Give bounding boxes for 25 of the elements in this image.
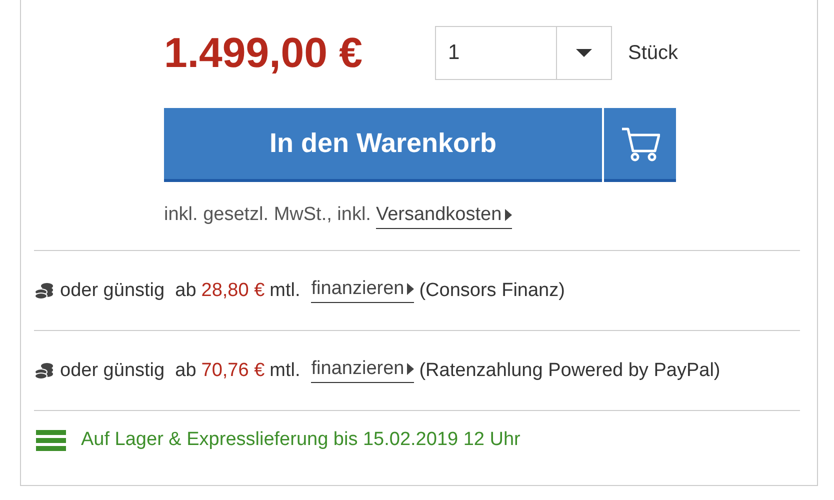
- monthly-label: mtl.: [270, 360, 300, 382]
- tax-note: inkl. gesetzl. MwSt., inkl.: [164, 204, 371, 226]
- monthly-label: mtl.: [270, 280, 300, 302]
- triangle-icon: [407, 283, 414, 295]
- shipping-link[interactable]: Versandkosten: [376, 204, 512, 229]
- unit-label: Stück: [628, 42, 678, 64]
- caret-icon: [576, 49, 592, 57]
- quantity-select[interactable]: 1: [435, 26, 612, 80]
- financing-link[interactable]: finanzieren: [311, 358, 414, 383]
- coins-icon: [34, 281, 54, 300]
- provider-name: (Ratenzahlung Powered by PayPal): [419, 360, 720, 382]
- cart-icon-button[interactable]: [604, 108, 676, 182]
- add-to-cart-button[interactable]: In den Warenkorb: [164, 108, 602, 182]
- price: 1.499,00 €: [164, 29, 364, 77]
- triangle-icon: [504, 209, 512, 221]
- financing-text: oder günstig ab: [60, 360, 196, 382]
- monthly-rate: 70,76 €: [201, 360, 265, 382]
- coins-icon: [34, 361, 54, 380]
- stock-bars-icon: [36, 430, 66, 450]
- triangle-icon: [407, 363, 414, 375]
- provider-name: (Consors Finanz): [419, 280, 565, 302]
- monthly-rate: 28,80 €: [201, 280, 265, 302]
- availability-text: Auf Lager & Expresslieferung bis 15.02.2019 12 Uhr: [81, 429, 520, 451]
- financing-text: oder günstig ab: [60, 280, 196, 302]
- financing-link[interactable]: finanzieren: [311, 278, 414, 303]
